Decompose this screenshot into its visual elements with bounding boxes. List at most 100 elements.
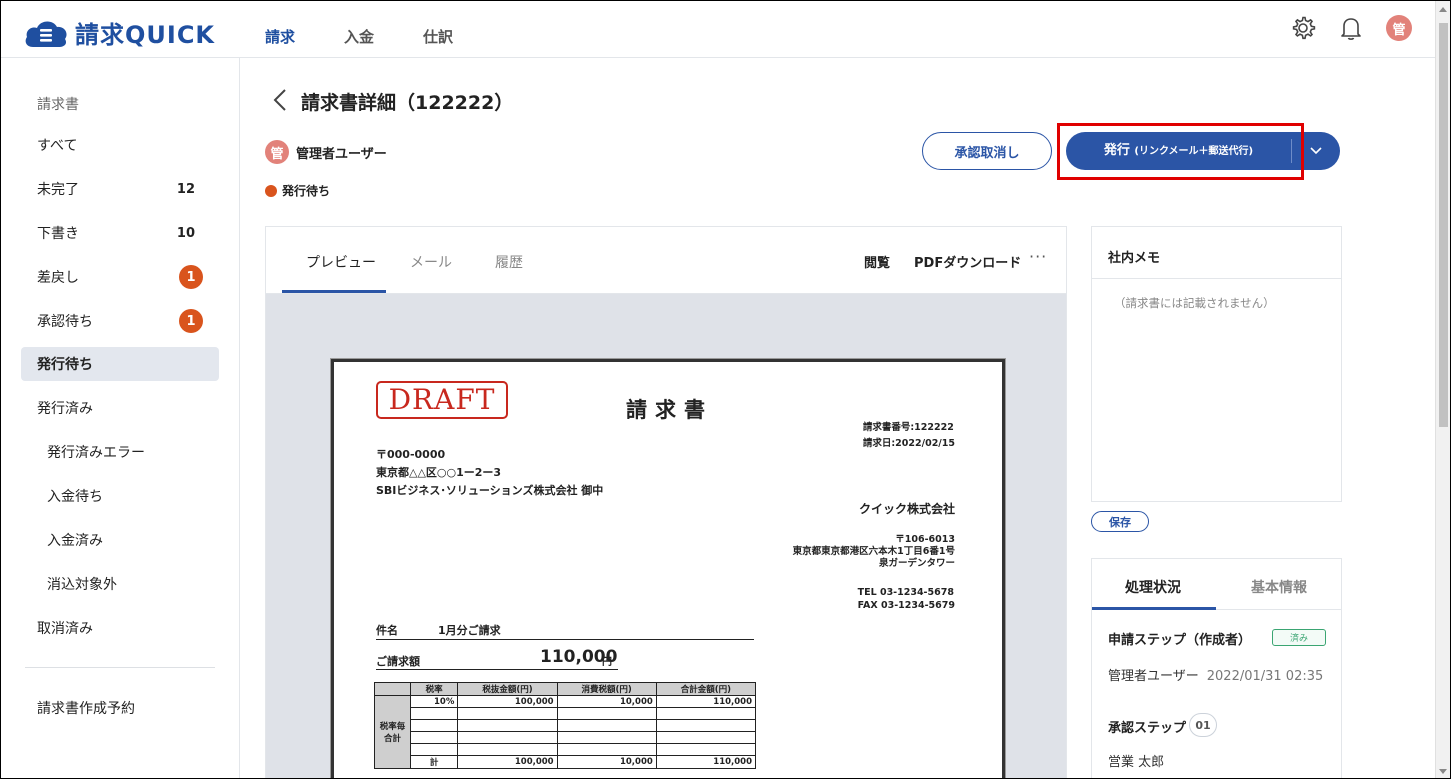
amount-label: ご請求額: [376, 655, 420, 668]
more-options-icon[interactable]: ···: [1029, 247, 1047, 266]
table-cell: [655, 719, 757, 732]
tab-basic-info[interactable]: 基本情報: [1251, 577, 1307, 597]
table-cell: [409, 719, 459, 732]
sidebar-item-awaiting-approval[interactable]: 承認待ち 1: [21, 304, 219, 338]
table-corner: [374, 682, 411, 696]
tab-process-status[interactable]: 処理状況: [1125, 577, 1181, 597]
sidebar-item-draft[interactable]: 下書き 10: [21, 216, 219, 250]
bell-icon[interactable]: [1338, 15, 1364, 41]
table-cell: [457, 707, 558, 720]
sidebar-item-awaiting-issue[interactable]: 発行待ち: [21, 347, 219, 381]
sidebar-item-awaiting-payment[interactable]: 入金待ち: [21, 479, 219, 513]
table-cell: [655, 707, 757, 720]
nav-journal[interactable]: 仕訳: [423, 26, 453, 47]
sidebar-item-cancelled[interactable]: 取消済み: [21, 611, 219, 645]
table-row: [375, 731, 757, 744]
recipient-street: 東京都△△区○○1ー2ー3: [376, 466, 502, 479]
creator-name: 管理者ユーザー: [296, 146, 387, 162]
issuer-address: 〒106-6013 東京都東京都港区六本木1丁目6番1号 泉ガーデンタワー: [793, 534, 955, 570]
sidebar-item-issued[interactable]: 発行済み: [21, 391, 219, 425]
table-cell: [457, 719, 558, 732]
scroll-up-icon[interactable]: [1439, 7, 1447, 12]
table-total-row: 計 100,000 10,000 110,000: [375, 755, 757, 769]
amount-unit: 円: [602, 657, 612, 668]
status-dot-icon: [265, 184, 277, 197]
sidebar-item-returned[interactable]: 差戻し 1: [21, 260, 219, 294]
table-cell: [655, 743, 757, 756]
user-avatar[interactable]: 管: [1386, 15, 1412, 41]
issuer-building: 泉ガーデンタワー: [878, 558, 955, 569]
sidebar-item-label: 差戻し: [37, 270, 79, 286]
table-header: 税率: [409, 682, 459, 696]
sidebar-item-label: 未完了: [37, 182, 79, 198]
table-cell: [556, 731, 657, 744]
tab-history[interactable]: 履歴: [495, 252, 523, 272]
active-tab-indicator: [1092, 607, 1216, 610]
table-header: 合計金額(円): [655, 682, 757, 696]
table-cell: [457, 731, 558, 744]
table-row: [375, 719, 757, 732]
sidebar-item-issued-error[interactable]: 発行済みエラー: [21, 435, 219, 469]
invoice-amount: ご請求額 110,000 円: [376, 647, 618, 670]
chevron-down-icon[interactable]: [1292, 146, 1340, 156]
logo[interactable]: 請求QUICK: [23, 15, 215, 50]
memo-divider: [1092, 278, 1341, 279]
preview-panel: プレビュー メール 履歴 閲覧 PDFダウンロード ··· DRAFT 請求書 …: [265, 226, 1067, 778]
nav-invoice[interactable]: 請求: [265, 26, 295, 47]
tab-preview[interactable]: プレビュー: [306, 252, 376, 272]
pdf-download-button[interactable]: PDFダウンロード: [914, 252, 1021, 271]
step-user-name: 管理者ユーザー: [1108, 669, 1199, 684]
recipient-name: SBIビジネス･ソリューションズ株式会社 御中: [376, 484, 604, 497]
scroll-down-icon[interactable]: [1439, 769, 1447, 774]
gear-icon[interactable]: [1290, 15, 1316, 41]
memo-textarea[interactable]: （請求書には記載されません）: [1114, 295, 1275, 311]
table-cell: 110,000: [655, 755, 757, 769]
table-header: 消費税額(円): [556, 682, 657, 696]
invoice-number: 請求書番号:122222: [862, 422, 954, 433]
page-title: 請求書詳細（122222）: [301, 92, 514, 114]
active-tab-indicator: [282, 290, 386, 293]
tab-mail[interactable]: メール: [410, 252, 452, 272]
nav-payment[interactable]: 入金: [344, 26, 374, 47]
sidebar-item-label: 発行済みエラー: [47, 445, 145, 461]
sidebar-section-title: 請求書: [37, 97, 79, 113]
creator-info: 管 管理者ユーザー: [265, 140, 387, 164]
recipient-address: 〒000-0000 東京都△△区○○1ー2ー3 SBIビジネス･ソリューションズ…: [376, 446, 603, 500]
header-actions: 管: [1290, 15, 1412, 41]
table-cell: [409, 707, 459, 720]
sidebar-item-label: 入金待ち: [47, 489, 103, 505]
table-row: [375, 707, 757, 720]
cancel-approval-button[interactable]: 承認取消し: [922, 132, 1052, 170]
sidebar-divider: [25, 667, 215, 668]
back-chevron-icon[interactable]: [271, 88, 289, 115]
sidebar-item-all[interactable]: すべて: [21, 128, 219, 162]
app-window: 請求QUICK 請求 入金 仕訳 管 請求書 すべて 未完了 12 下書き 10…: [0, 0, 1451, 779]
sidebar-item-paid[interactable]: 入金済み: [21, 523, 219, 557]
table-cell: [655, 731, 757, 744]
table-row: 税率毎合計 10% 100,000 10,000 110,000: [374, 695, 757, 769]
invoice-meta: 請求書番号:122222 請求日:2022/02/15: [863, 420, 955, 452]
page-scrollbar[interactable]: [1435, 1, 1450, 778]
save-memo-button[interactable]: 保存: [1091, 511, 1149, 532]
tax-table: 税率 税抜金額(円) 消費税額(円) 合計金額(円) 税率毎合計 10% 100…: [374, 682, 757, 769]
sidebar-item-label: 承認待ち: [37, 314, 93, 330]
issue-button[interactable]: 発行 (リンクメール＋郵送代行): [1066, 139, 1292, 163]
sidebar: 請求書 すべて 未完了 12 下書き 10 差戻し 1 承認待ち 1 発行待ち …: [1, 58, 240, 778]
table-cell: [409, 731, 459, 744]
table-header: 税抜金額(円): [457, 682, 558, 696]
table-cell: 10,000: [556, 755, 657, 769]
issue-button-group: 発行 (リンクメール＋郵送代行): [1066, 132, 1340, 170]
step-approval-title: 承認ステップ: [1108, 721, 1187, 736]
table-cell: 10%: [409, 695, 459, 708]
table-cell: [457, 743, 558, 756]
step-done-badge: 済み: [1272, 629, 1326, 646]
table-cell: [556, 719, 657, 732]
sidebar-item-excluded[interactable]: 消込対象外: [21, 567, 219, 601]
issuer-fax: FAX 03-1234-5679: [857, 600, 955, 611]
sidebar-item-incomplete[interactable]: 未完了 12: [21, 172, 219, 206]
sidebar-item-reservation[interactable]: 請求書作成予約: [21, 691, 219, 725]
issuer-company: クイック株式会社: [858, 502, 955, 516]
step-approval-user: 営業 太郎: [1108, 755, 1165, 770]
view-button[interactable]: 閲覧: [864, 252, 890, 271]
scroll-thumb[interactable]: [1439, 23, 1448, 427]
